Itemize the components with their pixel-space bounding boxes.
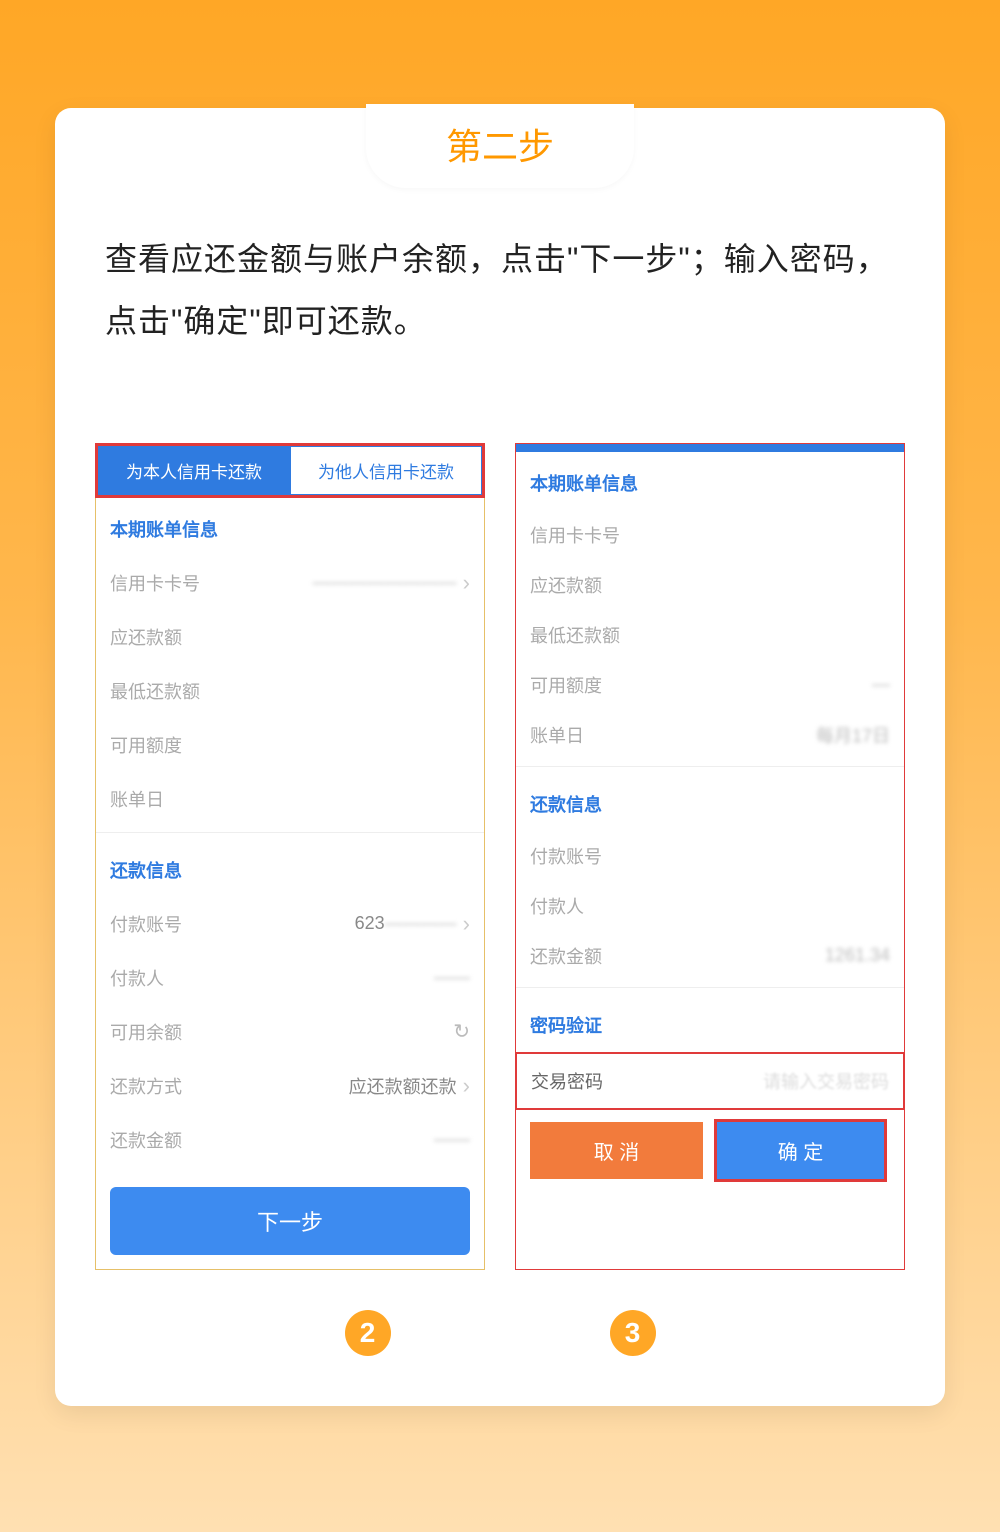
- next-button[interactable]: 下一步: [110, 1187, 470, 1255]
- row-min-due: 最低还款额: [516, 610, 904, 660]
- label-card-number: 信用卡卡号: [530, 522, 620, 548]
- row-avail-limit: 可用额度: [96, 718, 484, 772]
- screenshots-row: 为本人信用卡还款 为他人信用卡还款 本期账单信息 信用卡卡号 ———————— ›…: [95, 443, 905, 1270]
- value-repay-method: 应还款额还款: [349, 1073, 457, 1099]
- section-bill-info: 本期账单信息: [516, 452, 904, 510]
- confirm-button[interactable]: 确 定: [714, 1119, 887, 1182]
- label-payer: 付款人: [530, 893, 584, 919]
- section-bill-info: 本期账单信息: [96, 498, 484, 556]
- instruction-text: 查看应还金额与账户余额，点击"下一步"；输入密码，点击"确定"即可还款。: [105, 228, 895, 353]
- label-repay-amount: 还款金额: [110, 1127, 182, 1153]
- label-payer: 付款人: [110, 965, 164, 991]
- label-due-amount: 应还款额: [530, 572, 602, 598]
- step-badges: 2 3: [95, 1310, 905, 1356]
- value-repay-amount: 1261.34: [825, 945, 890, 966]
- label-min-due: 最低还款额: [110, 678, 200, 704]
- value-repay-amount: ——: [434, 1129, 470, 1150]
- label-pay-account: 付款账号: [110, 911, 182, 937]
- row-avail-limit: 可用额度 —: [516, 660, 904, 710]
- row-txn-password[interactable]: 交易密码 请输入交易密码: [517, 1056, 903, 1106]
- chevron-right-icon: ›: [463, 911, 470, 937]
- instruction-card: 第二步 查看应还金额与账户余额，点击"下一步"；输入密码，点击"确定"即可还款。…: [55, 108, 945, 1406]
- tab-other-card[interactable]: 为他人信用卡还款: [290, 446, 482, 495]
- row-due-amount: 应还款额: [516, 560, 904, 610]
- label-repay-amount: 还款金额: [530, 943, 602, 969]
- row-pay-account: 付款账号: [516, 831, 904, 881]
- label-avail-limit: 可用额度: [110, 732, 182, 758]
- screenshot-step-3: 本期账单信息 信用卡卡号 应还款额 最低还款额 可用额度 — 账单日 每月17日…: [515, 443, 905, 1270]
- placeholder-txn-password: 请输入交易密码: [763, 1068, 889, 1094]
- tabs-row: 为本人信用卡还款 为他人信用卡还款: [95, 443, 485, 498]
- button-row: 取 消 确 定: [516, 1110, 904, 1193]
- row-payer: 付款人: [516, 881, 904, 931]
- screenshot-step-2: 为本人信用卡还款 为他人信用卡还款 本期账单信息 信用卡卡号 ———————— ›…: [95, 443, 485, 1270]
- value-card-number: ————————: [313, 572, 457, 593]
- label-bill-date: 账单日: [530, 722, 584, 748]
- row-repay-method[interactable]: 还款方式 应还款额还款›: [96, 1059, 484, 1113]
- value-avail-limit: —: [872, 674, 890, 695]
- row-card-number: 信用卡卡号: [516, 510, 904, 560]
- label-repay-method: 还款方式: [110, 1073, 182, 1099]
- value-bill-date: 每月17日: [816, 722, 890, 748]
- label-pay-account: 付款账号: [530, 843, 602, 869]
- cancel-button[interactable]: 取 消: [530, 1122, 703, 1179]
- row-due-amount: 应还款额: [96, 610, 484, 664]
- row-avail-balance[interactable]: 可用余额 ↻: [96, 1005, 484, 1059]
- label-min-due: 最低还款额: [530, 622, 620, 648]
- label-due-amount: 应还款额: [110, 624, 182, 650]
- row-bill-date: 账单日: [96, 772, 484, 826]
- label-avail-balance: 可用余额: [110, 1019, 182, 1045]
- row-card-number[interactable]: 信用卡卡号 ———————— ›: [96, 556, 484, 610]
- row-pay-account[interactable]: 付款账号 623————›: [96, 897, 484, 951]
- label-bill-date: 账单日: [110, 786, 164, 812]
- label-card-number: 信用卡卡号: [110, 570, 200, 596]
- section-repay-info: 还款信息: [96, 839, 484, 897]
- badge-2: 2: [345, 1310, 391, 1356]
- value-pay-account: 623: [355, 913, 385, 934]
- row-min-due: 最低还款额: [96, 664, 484, 718]
- refresh-icon[interactable]: ↻: [453, 1019, 470, 1044]
- step-title: 第二步: [366, 104, 634, 188]
- row-bill-date: 账单日 每月17日: [516, 710, 904, 760]
- top-bar: [516, 444, 904, 452]
- label-txn-password: 交易密码: [531, 1068, 603, 1094]
- badge-3: 3: [610, 1310, 656, 1356]
- password-highlight-box: 交易密码 请输入交易密码: [515, 1052, 905, 1110]
- section-repay-info: 还款信息: [516, 773, 904, 831]
- tab-self-card[interactable]: 为本人信用卡还款: [98, 446, 290, 495]
- section-password: 密码验证: [516, 994, 904, 1052]
- value-payer: ——: [434, 967, 470, 988]
- row-repay-amount: 还款金额 1261.34: [516, 931, 904, 981]
- chevron-right-icon: ›: [463, 570, 470, 596]
- chevron-right-icon: ›: [463, 1073, 470, 1099]
- row-repay-amount: 还款金额 ——: [96, 1113, 484, 1167]
- label-avail-limit: 可用额度: [530, 672, 602, 698]
- row-payer: 付款人 ——: [96, 951, 484, 1005]
